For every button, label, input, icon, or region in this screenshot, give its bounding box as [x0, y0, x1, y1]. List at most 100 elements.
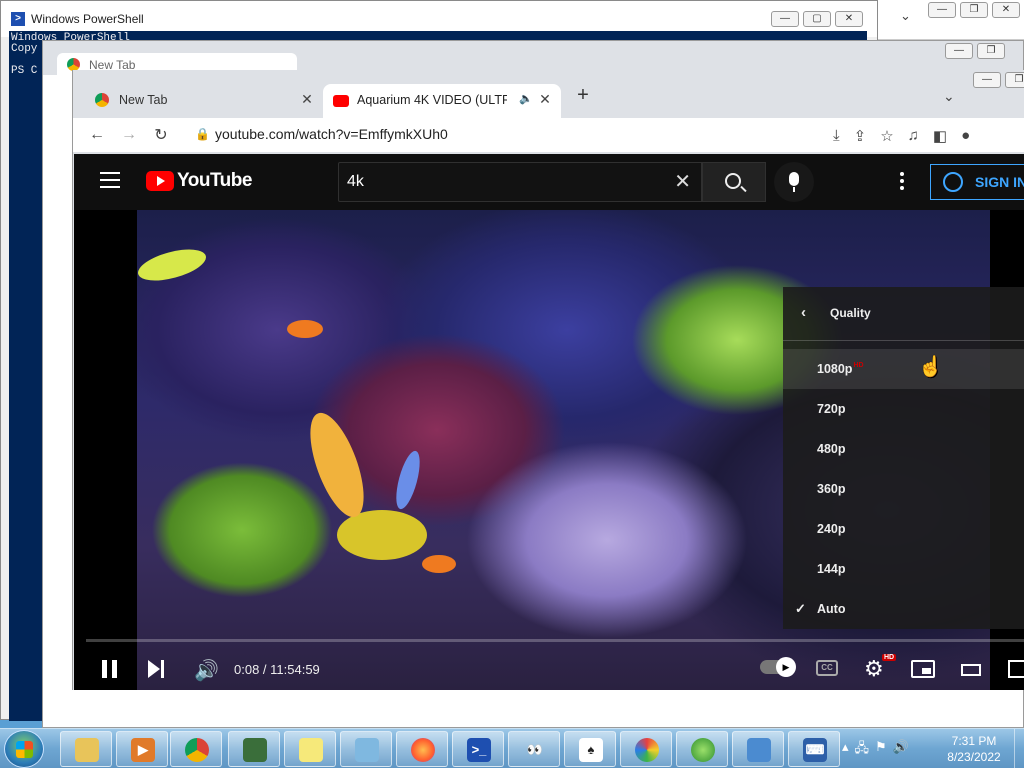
- quality-label: 144p: [817, 562, 846, 576]
- taskbar-chrome[interactable]: [170, 731, 222, 767]
- show-hidden-icons-icon[interactable]: ▴: [842, 739, 849, 761]
- profile-icon[interactable]: ●: [961, 127, 970, 145]
- taskbar-media-center[interactable]: [676, 731, 728, 767]
- quality-option-720p[interactable]: 720p: [783, 389, 1024, 429]
- settings-gear-icon[interactable]: ⚙: [864, 656, 884, 682]
- quality-label: 1080p: [817, 362, 853, 376]
- quality-option-360p[interactable]: 360p: [783, 469, 1024, 509]
- powershell-title: Windows PowerShell: [31, 12, 144, 26]
- captions-icon[interactable]: CC: [816, 660, 838, 676]
- quality-label: 240p: [817, 522, 846, 536]
- side-panel-icon[interactable]: ◧: [933, 127, 947, 145]
- folder-icon: [75, 738, 99, 762]
- quality-option-auto[interactable]: ✓ Auto: [783, 589, 1024, 629]
- taskbar-on-screen-keyboard[interactable]: ⌨: [788, 731, 840, 767]
- fish-shape: [422, 555, 456, 573]
- chevron-down-icon[interactable]: ⌄: [943, 88, 955, 105]
- share-icon[interactable]: ⇪: [854, 127, 867, 145]
- minimize-button[interactable]: —: [771, 11, 799, 27]
- taskbar-xeyes[interactable]: 👀: [508, 731, 560, 767]
- theater-mode-icon[interactable]: [961, 664, 981, 676]
- search-button[interactable]: [702, 162, 766, 202]
- hand-cursor-icon: ☝: [918, 356, 943, 378]
- more-options-icon[interactable]: [900, 172, 904, 193]
- youtube-favicon-icon: [333, 95, 349, 107]
- quality-option-1080p[interactable]: 1080pHD: [783, 349, 1024, 389]
- taskbar-sticky-notes[interactable]: [284, 731, 336, 767]
- hamburger-menu-icon[interactable]: [100, 172, 120, 193]
- sticky-notes-icon: [299, 738, 323, 762]
- address-bar[interactable]: 🔒 youtube.com/watch?v=EmffymkXUh0 ⤓ ⇪ ☆ …: [183, 122, 1023, 148]
- chrome-window: New Tab ✕ Aquarium 4K VIDEO (ULTRA 🔈 ✕ +…: [72, 70, 1024, 690]
- microphone-icon: [789, 172, 799, 186]
- taskbar-file-explorer[interactable]: [60, 731, 112, 767]
- maximize-button[interactable]: ▢: [803, 11, 831, 27]
- fish-shape: [391, 448, 425, 512]
- restore-button[interactable]: ❐: [1005, 72, 1024, 88]
- minimize-button[interactable]: —: [973, 72, 1001, 88]
- speaker-icon[interactable]: 🔊: [893, 739, 909, 761]
- media-controls-icon[interactable]: ♫: [908, 127, 919, 145]
- youtube-logo[interactable]: YouTube: [146, 170, 252, 192]
- restore-button[interactable]: ❐: [960, 2, 988, 18]
- lock-icon[interactable]: 🔒: [195, 127, 210, 141]
- progress-bar[interactable]: [86, 639, 1024, 642]
- quality-option-480p[interactable]: 480p: [783, 429, 1024, 469]
- quality-label: 480p: [817, 442, 846, 456]
- tab-youtube[interactable]: Aquarium 4K VIDEO (ULTRA 🔈 ✕: [323, 84, 561, 118]
- taskbar-firefox[interactable]: [396, 731, 448, 767]
- bookmark-star-icon[interactable]: ☆: [880, 127, 893, 145]
- reload-button[interactable]: ↻: [145, 125, 177, 145]
- search-input[interactable]: 4k ✕: [338, 162, 702, 202]
- quality-label: 360p: [817, 482, 846, 496]
- taskbar-solitaire[interactable]: ♠: [564, 731, 616, 767]
- tab-label: Aquarium 4K VIDEO (ULTRA: [357, 93, 507, 107]
- taskbar-paint[interactable]: [620, 731, 672, 767]
- close-button[interactable]: ✕: [992, 2, 1020, 18]
- back-button[interactable]: ←: [81, 126, 113, 144]
- fish-shape: [137, 243, 210, 287]
- start-button[interactable]: [4, 730, 44, 768]
- volume-icon[interactable]: 🔊: [194, 658, 219, 683]
- video-player[interactable]: 🔊 0:08 / 11:54:59 CC ⚙ HD ‹ Quality 1080…: [74, 210, 1024, 690]
- network-icon[interactable]: 🖧: [855, 739, 870, 761]
- install-icon[interactable]: ⤓: [833, 127, 840, 145]
- quality-option-144p[interactable]: 144p: [783, 549, 1024, 589]
- taskbar-clock[interactable]: 7:31 PM 8/23/2022: [936, 733, 1012, 765]
- quality-option-240p[interactable]: 240p: [783, 509, 1024, 549]
- taskbar-media-player[interactable]: ▶: [116, 731, 168, 767]
- restore-button[interactable]: ❐: [977, 43, 1005, 59]
- close-icon[interactable]: ✕: [537, 91, 553, 108]
- forward-button[interactable]: →: [113, 126, 145, 144]
- taskbar-powershell[interactable]: >_: [452, 731, 504, 767]
- taskbar-task-manager[interactable]: [228, 731, 280, 767]
- fish-shape: [299, 406, 375, 524]
- taskbar-control-panel[interactable]: [732, 731, 784, 767]
- tab-new-tab[interactable]: New Tab ✕: [85, 84, 323, 116]
- close-button[interactable]: ✕: [835, 11, 863, 27]
- show-desktop-button[interactable]: [1014, 729, 1024, 768]
- sign-in-label: SIGN IN: [975, 174, 1024, 190]
- control-panel-icon: [747, 738, 771, 762]
- chevron-down-icon[interactable]: ⌄: [900, 8, 911, 24]
- new-tab-button[interactable]: +: [571, 84, 595, 107]
- minimize-button[interactable]: —: [928, 2, 956, 18]
- clear-search-icon[interactable]: ✕: [674, 169, 691, 194]
- speaker-icon[interactable]: 🔈: [519, 92, 533, 105]
- youtube-header: YouTube 4k ✕ SIGN IN: [74, 154, 1024, 210]
- close-icon[interactable]: ✕: [299, 91, 315, 108]
- action-center-flag-icon[interactable]: ⚑: [875, 739, 887, 761]
- voice-search-button[interactable]: [774, 162, 814, 202]
- quality-menu-header[interactable]: ‹ Quality: [783, 287, 1024, 341]
- paint-palette-icon: [635, 738, 659, 762]
- taskbar-notepad[interactable]: [340, 731, 392, 767]
- autoplay-toggle[interactable]: [760, 657, 796, 677]
- chevron-left-icon[interactable]: ‹: [801, 304, 806, 321]
- pause-icon[interactable]: [102, 660, 118, 678]
- miniplayer-icon[interactable]: [911, 660, 935, 678]
- fullscreen-icon[interactable]: [1008, 660, 1024, 678]
- sign-in-button[interactable]: SIGN IN: [930, 164, 1024, 200]
- next-icon[interactable]: [148, 660, 166, 678]
- minimize-button[interactable]: —: [945, 43, 973, 59]
- background-window-strip: ⌄ — ❐ ✕: [878, 0, 1024, 40]
